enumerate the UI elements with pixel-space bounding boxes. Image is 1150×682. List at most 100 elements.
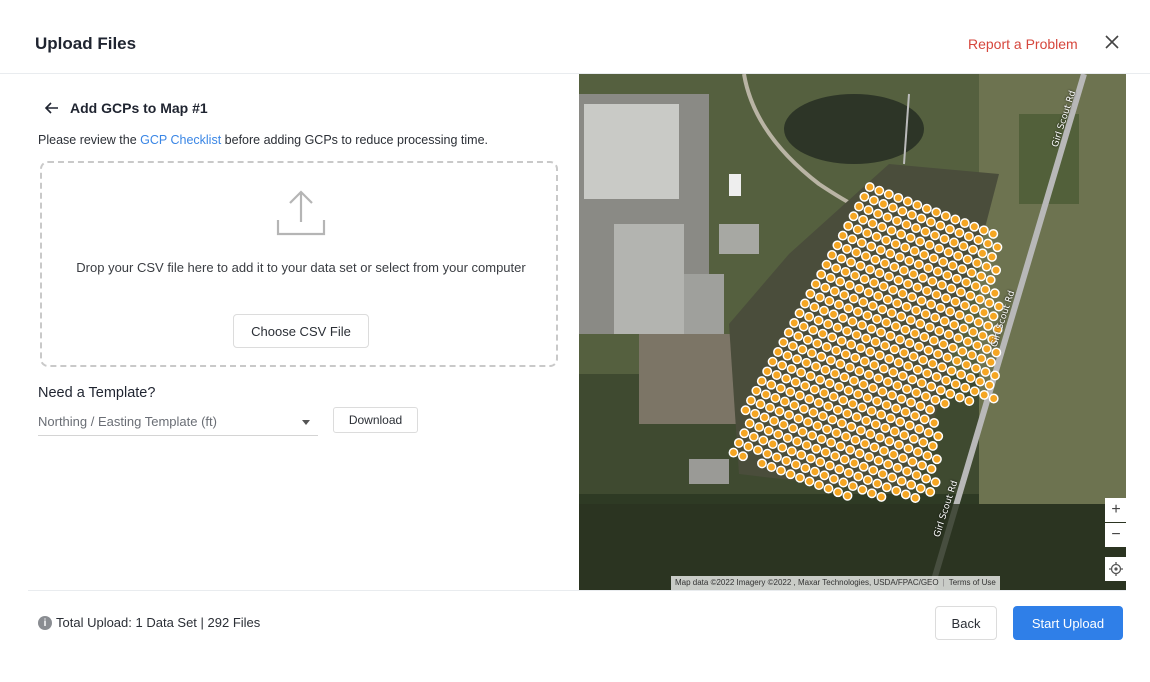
gcp-marker[interactable] (835, 276, 846, 287)
gcp-marker[interactable] (843, 220, 854, 231)
gcp-marker[interactable] (847, 316, 858, 327)
gcp-marker[interactable] (896, 229, 907, 240)
gcp-marker[interactable] (852, 306, 863, 317)
gcp-marker[interactable] (778, 419, 789, 430)
gcp-marker[interactable] (823, 483, 834, 494)
gcp-marker[interactable] (828, 391, 839, 402)
gcp-marker[interactable] (922, 368, 933, 379)
gcp-marker[interactable] (910, 493, 921, 503)
gcp-marker[interactable] (973, 235, 984, 245)
gcp-marker[interactable] (849, 375, 859, 386)
gcp-marker[interactable] (877, 468, 888, 479)
gcp-marker[interactable] (767, 356, 778, 367)
gcp-marker[interactable] (931, 289, 942, 300)
gcp-marker[interactable] (792, 354, 802, 365)
gcp-marker[interactable] (938, 256, 949, 267)
gcp-marker[interactable] (930, 312, 941, 323)
gcp-marker[interactable] (863, 287, 874, 298)
gcp-marker[interactable] (931, 207, 942, 218)
gcp-marker[interactable] (947, 260, 958, 271)
gcp-marker[interactable] (918, 437, 929, 448)
gcp-marker[interactable] (843, 467, 854, 478)
gcp-marker[interactable] (885, 413, 896, 424)
gcp-marker[interactable] (870, 419, 881, 430)
gcp-marker[interactable] (814, 292, 825, 303)
gcp-marker[interactable] (840, 349, 851, 360)
gcp-marker[interactable] (839, 372, 850, 383)
gcp-marker[interactable] (785, 469, 796, 480)
gcp-marker[interactable] (930, 230, 940, 241)
gcp-marker[interactable] (899, 430, 910, 441)
gcp-marker[interactable] (907, 456, 918, 467)
gcp-marker[interactable] (895, 334, 905, 345)
gcp-marker[interactable] (854, 366, 865, 377)
gcp-marker[interactable] (878, 363, 889, 374)
gcp-marker[interactable] (840, 266, 851, 277)
csv-dropzone[interactable]: Drop your CSV file here to add it to you… (40, 161, 558, 367)
gcp-marker[interactable] (842, 326, 853, 337)
gcp-marker[interactable] (899, 347, 910, 358)
gcp-marker[interactable] (946, 365, 957, 376)
gcp-marker[interactable] (916, 295, 927, 306)
gcp-marker[interactable] (905, 315, 916, 326)
gcp-marker[interactable] (922, 286, 932, 296)
gcp-marker[interactable] (796, 367, 807, 378)
close-icon[interactable] (1102, 32, 1122, 52)
zoom-in-button[interactable]: + (1105, 498, 1126, 522)
gcp-marker[interactable] (825, 273, 836, 283)
gcp-marker[interactable] (804, 394, 815, 405)
gcp-marker[interactable] (929, 417, 940, 428)
gcp-marker[interactable] (901, 219, 912, 230)
gcp-marker[interactable] (882, 294, 893, 305)
gcp-marker[interactable] (869, 277, 880, 288)
gcp-marker[interactable] (844, 280, 855, 291)
gcp-marker[interactable] (960, 300, 970, 311)
gcp-marker[interactable] (991, 347, 1002, 358)
gcp-marker[interactable] (954, 227, 965, 238)
gcp-marker[interactable] (908, 433, 919, 444)
gcp-marker[interactable] (816, 269, 827, 280)
gcp-marker[interactable] (806, 348, 817, 359)
gcp-marker[interactable] (828, 309, 839, 320)
gcp-marker[interactable] (825, 355, 836, 366)
gcp-marker[interactable] (826, 437, 837, 448)
gcp-marker[interactable] (850, 270, 861, 281)
gcp-marker[interactable] (817, 411, 828, 421)
gcp-marker[interactable] (990, 370, 1000, 381)
gcp-marker[interactable] (944, 224, 955, 235)
gcp-marker[interactable] (939, 316, 950, 327)
gcp-marker[interactable] (916, 378, 927, 388)
gcp-marker[interactable] (889, 261, 900, 272)
gcp-marker[interactable] (800, 298, 810, 309)
gcp-marker[interactable] (835, 441, 846, 452)
gcp-marker[interactable] (861, 333, 872, 344)
gcp-marker[interactable] (810, 279, 821, 290)
gcp-marker[interactable] (740, 405, 751, 416)
gcp-marker[interactable] (821, 342, 832, 352)
gcp-marker[interactable] (941, 375, 952, 386)
gcp-marker[interactable] (858, 297, 869, 308)
gcp-marker[interactable] (923, 345, 934, 356)
gcp-marker[interactable] (864, 182, 875, 193)
gcp-marker[interactable] (848, 293, 859, 304)
gcp-marker[interactable] (852, 224, 863, 235)
gcp-marker[interactable] (811, 361, 821, 372)
gcp-marker[interactable] (884, 353, 895, 364)
report-problem-link[interactable]: Report a Problem (968, 36, 1078, 52)
gcp-marker[interactable] (911, 305, 922, 316)
gcp-marker[interactable] (872, 478, 883, 489)
gcp-marker[interactable] (912, 200, 923, 211)
gcp-marker[interactable] (795, 472, 805, 483)
gcp-marker[interactable] (766, 379, 777, 390)
gcp-marker[interactable] (847, 481, 858, 492)
gcp-marker[interactable] (979, 307, 989, 318)
gcp-marker[interactable] (788, 423, 799, 434)
gcp-marker[interactable] (778, 337, 789, 348)
gcp-marker[interactable] (950, 379, 961, 390)
gcp-marker[interactable] (883, 189, 894, 200)
gcp-marker[interactable] (871, 314, 882, 324)
gcp-marker[interactable] (927, 358, 938, 369)
gcp-marker[interactable] (823, 319, 834, 329)
gcp-marker[interactable] (900, 242, 911, 253)
start-upload-button[interactable]: Start Upload (1013, 606, 1123, 640)
